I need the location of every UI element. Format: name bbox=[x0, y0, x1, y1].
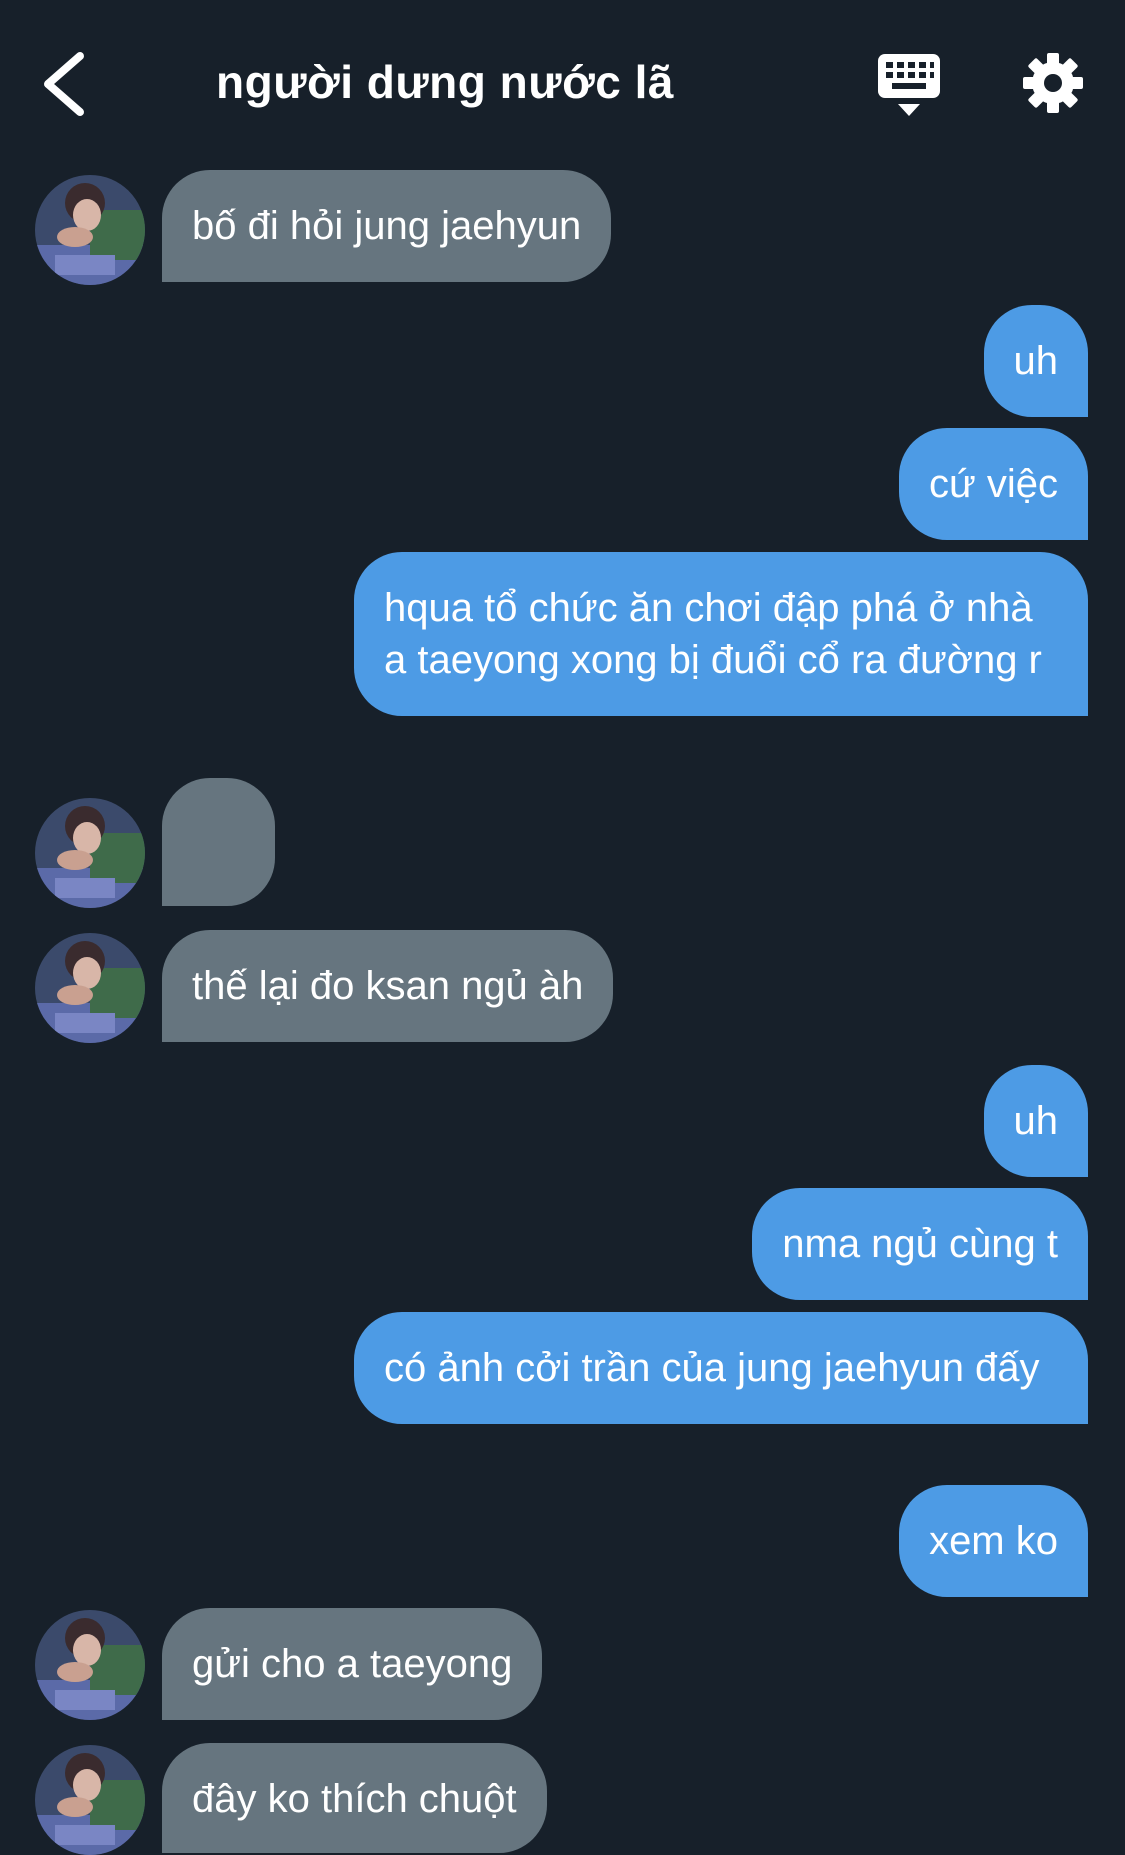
message-bubble-outgoing: uh bbox=[983, 1065, 1088, 1177]
message-bubble-incoming: gửi cho a taeyong bbox=[162, 1608, 543, 1720]
contact-avatar[interactable] bbox=[35, 933, 145, 1043]
message-bubble-outgoing: có ảnh cởi trần của jung jaehyun đấy bbox=[354, 1312, 1088, 1424]
contact-avatar[interactable] bbox=[35, 1745, 145, 1855]
conversation-title: người dưng nước lã bbox=[216, 56, 674, 108]
keyboard-toggle-button[interactable] bbox=[876, 52, 942, 120]
message-bubble-incoming: bố đi hỏi jung jaehyun bbox=[162, 170, 612, 282]
message-bubble-outgoing: xem ko bbox=[899, 1485, 1088, 1597]
settings-button[interactable] bbox=[1022, 52, 1084, 114]
message-bubble-outgoing: cứ việc bbox=[898, 428, 1088, 540]
message-bubble-outgoing: uh bbox=[983, 305, 1088, 417]
message-bubble-outgoing: nma ngủ cùng t bbox=[752, 1188, 1088, 1300]
chevron-left-icon bbox=[44, 52, 84, 116]
keyboard-icon bbox=[878, 54, 940, 116]
contact-avatar[interactable] bbox=[35, 175, 145, 285]
message-bubble-incoming: đây ko thích chuột bbox=[162, 1743, 547, 1853]
message-bubble-outgoing: hqua tổ chức ăn chơi đập phá ở nhà a tae… bbox=[354, 552, 1088, 716]
gear-icon bbox=[1023, 53, 1083, 113]
chat-header: người dưng nước lã bbox=[0, 0, 1125, 170]
message-bubble-incoming: thế lại đo ksan ngủ àh bbox=[162, 930, 614, 1042]
message-bubble-incoming bbox=[162, 778, 275, 968]
contact-avatar[interactable] bbox=[35, 798, 145, 908]
contact-avatar[interactable] bbox=[35, 1610, 145, 1720]
back-button[interactable] bbox=[36, 44, 96, 124]
